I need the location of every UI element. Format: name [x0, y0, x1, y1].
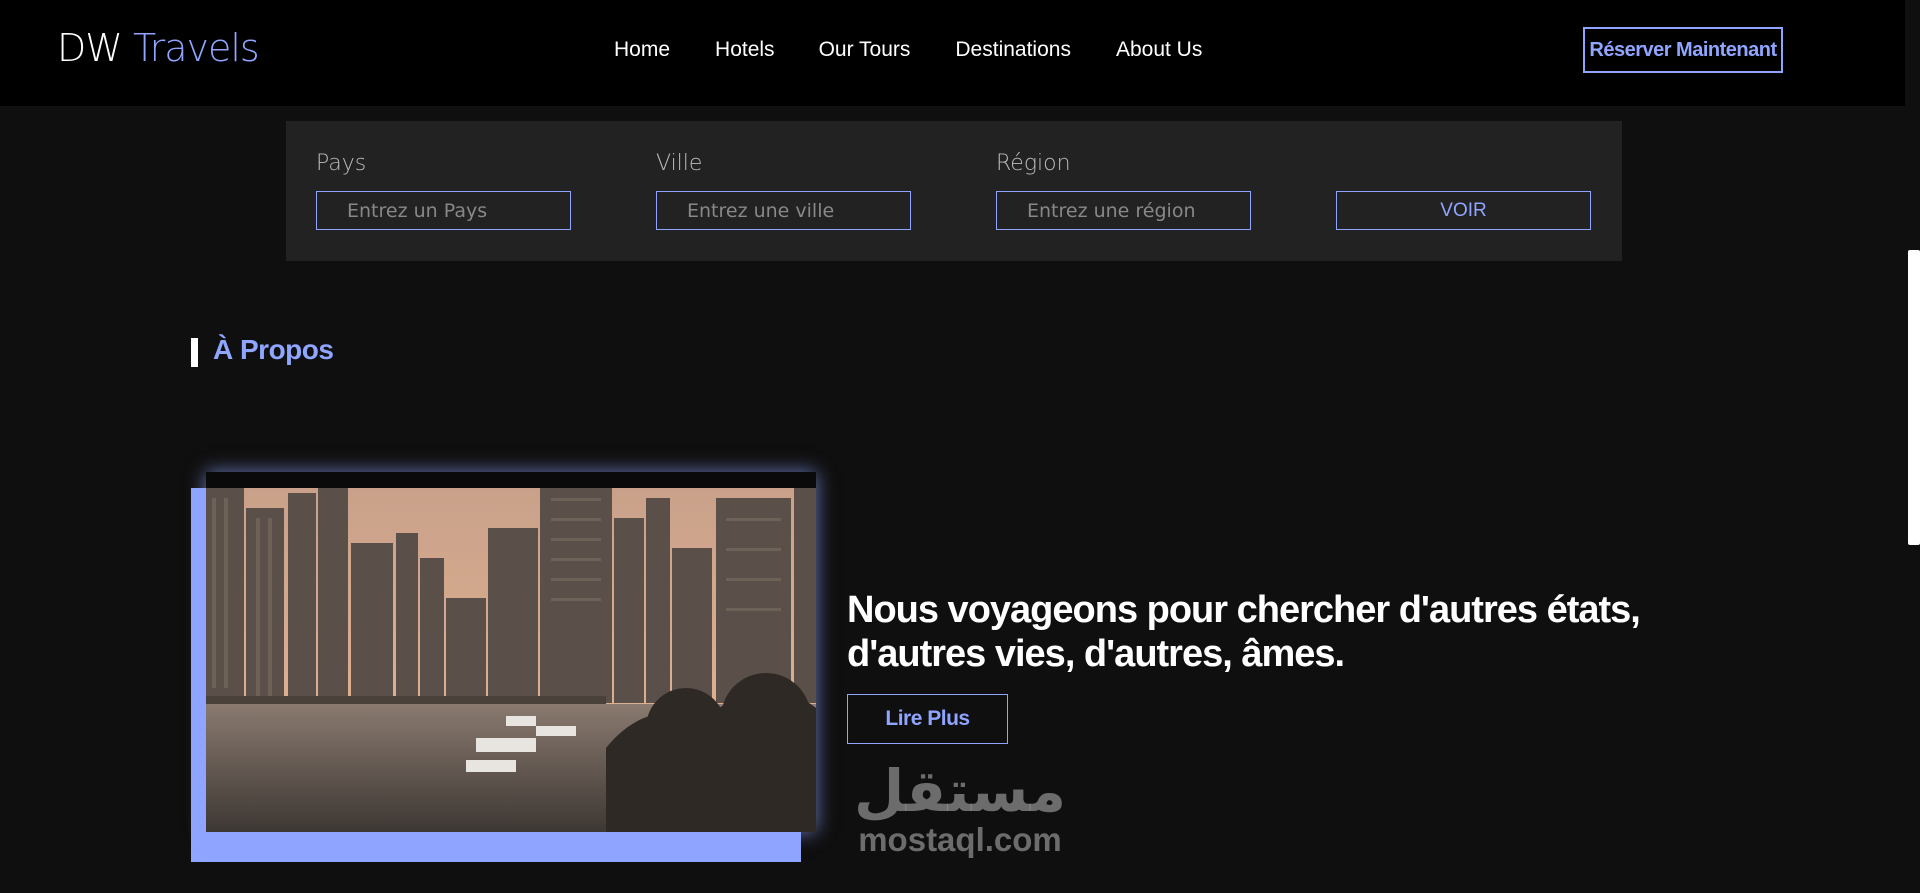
about-image: [206, 472, 816, 832]
watermark-latin: mostaql.com: [858, 821, 1062, 858]
nav-destinations[interactable]: Destinations: [955, 38, 1071, 62]
read-more-button[interactable]: Lire Plus: [847, 694, 1008, 744]
logo-main: DW: [57, 26, 123, 70]
city-marina-photo: [206, 488, 816, 832]
nav-home[interactable]: Home: [614, 38, 670, 62]
section-title-bar: [191, 338, 198, 367]
site-logo[interactable]: DW Travels: [57, 26, 260, 70]
scrollbar-thumb[interactable]: [1908, 250, 1920, 545]
nav-about-us[interactable]: About Us: [1116, 38, 1202, 62]
main-nav: Home Hotels Our Tours Destinations About…: [614, 38, 1247, 62]
site-header: DW Travels Home Hotels Our Tours Destina…: [0, 0, 1905, 106]
country-label: Pays: [316, 151, 367, 176]
city-label: Ville: [656, 151, 703, 176]
about-quote: Nous voyageons pour chercher d'autres ét…: [847, 589, 1641, 675]
city-input[interactable]: [656, 191, 911, 230]
region-label: Région: [996, 151, 1071, 176]
country-input[interactable]: [316, 191, 571, 230]
nav-our-tours[interactable]: Our Tours: [819, 38, 911, 62]
logo-accent: Travels: [132, 26, 260, 70]
book-now-button[interactable]: Réserver Maintenant: [1583, 27, 1783, 73]
search-submit-button[interactable]: VOIR: [1336, 191, 1591, 230]
region-input[interactable]: [996, 191, 1251, 230]
search-panel: Pays Ville Région VOIR: [286, 121, 1622, 261]
nav-hotels[interactable]: Hotels: [715, 38, 775, 62]
watermark-arabic: مستقل: [853, 757, 1067, 825]
watermark: مستقل mostaql.com: [845, 760, 1075, 858]
about-title: À Propos: [213, 334, 334, 365]
